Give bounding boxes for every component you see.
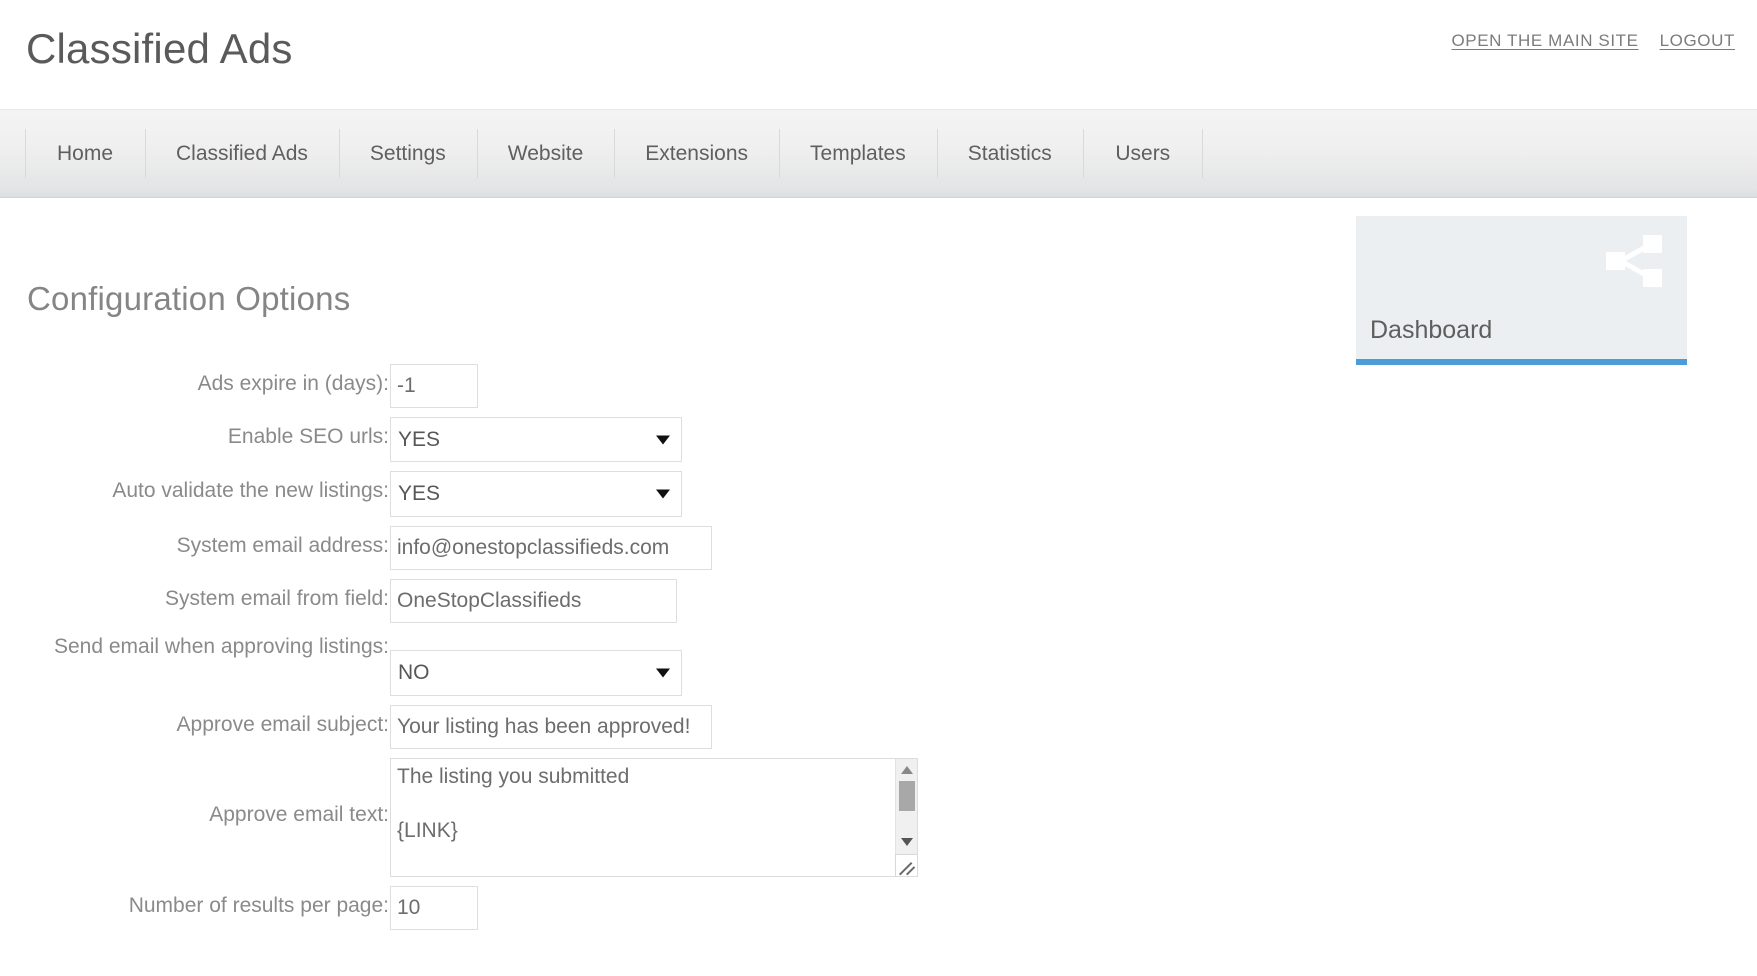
nav-item-home[interactable]: Home [25, 110, 145, 197]
control-results-per-page [390, 886, 478, 930]
nav-item-statistics[interactable]: Statistics [937, 110, 1083, 197]
logout-link[interactable]: LOGOUT [1660, 31, 1735, 51]
nav-item-users[interactable]: Users [1083, 110, 1203, 197]
nav-item-settings[interactable]: Settings [339, 110, 477, 197]
label-ads-expire: Ads expire in (days): [0, 364, 389, 397]
send-email-approving-select[interactable]: NO [390, 650, 682, 696]
form-row-system-email-from: System email from field: [0, 579, 1000, 623]
page-title: Configuration Options [27, 280, 350, 318]
nav-item-website[interactable]: Website [477, 110, 614, 197]
control-system-email-from [390, 579, 677, 623]
open-main-site-link[interactable]: OPEN THE MAIN SITE [1451, 31, 1638, 51]
control-approve-email-subject [390, 705, 712, 749]
seo-urls-select-value: YES [398, 418, 440, 461]
nav-item-templates[interactable]: Templates [779, 110, 937, 197]
control-system-email-address [390, 526, 712, 570]
chevron-down-icon [656, 435, 670, 444]
scrollbar-thumb[interactable] [899, 781, 915, 811]
chevron-down-icon [656, 669, 670, 678]
nav-item-classified-ads[interactable]: Classified Ads [145, 110, 339, 197]
approve-email-subject-input[interactable] [390, 705, 712, 749]
results-per-page-input[interactable] [390, 886, 478, 930]
label-approve-email-text: Approve email text: [0, 758, 389, 828]
label-auto-validate: Auto validate the new listings: [0, 471, 389, 504]
form-row-ads-expire: Ads expire in (days): [0, 364, 1000, 408]
form-row-system-email-address: System email address: [0, 526, 1000, 570]
header-links: OPEN THE MAIN SITE LOGOUT [1451, 31, 1735, 51]
control-seo-urls: YES [390, 417, 682, 462]
ads-expire-input[interactable] [390, 364, 478, 408]
form-row-send-email-approving: Send email when approving listings: NO [0, 632, 1000, 696]
dashboard-card[interactable]: Dashboard [1356, 216, 1687, 365]
form-row-auto-validate: Auto validate the new listings: YES [0, 471, 1000, 517]
nav-item-extensions[interactable]: Extensions [614, 110, 779, 197]
send-email-approving-select-value: NO [398, 651, 430, 695]
textarea-resize-grip-icon[interactable] [895, 854, 917, 876]
site-header: Classified Ads OPEN THE MAIN SITE LOGOUT [0, 0, 1757, 110]
scroll-down-arrow-icon[interactable] [901, 838, 913, 846]
control-send-email-approving: NO [390, 632, 682, 696]
form-row-seo-urls: Enable SEO urls: YES [0, 417, 1000, 462]
seo-urls-select[interactable]: YES [390, 417, 682, 462]
main-navigation: Home Classified Ads Settings Website Ext… [0, 110, 1757, 198]
label-results-per-page: Number of results per page: [0, 886, 389, 919]
dashboard-card-label: Dashboard [1370, 316, 1492, 345]
site-title: Classified Ads [26, 26, 293, 72]
chevron-down-icon [656, 490, 670, 499]
auto-validate-select[interactable]: YES [390, 471, 682, 517]
form-row-results-per-page: Number of results per page: [0, 886, 1000, 930]
control-approve-email-text: The listing you submitted {LINK} [390, 758, 918, 877]
content-area: Configuration Options Ads expire in (day… [0, 198, 1757, 976]
approve-email-text-value: The listing you submitted {LINK} [397, 764, 892, 845]
label-approve-email-subject: Approve email subject: [0, 705, 389, 738]
control-auto-validate: YES [390, 471, 682, 517]
label-system-email-from: System email from field: [0, 579, 389, 612]
system-email-address-input[interactable] [390, 526, 712, 570]
auto-validate-select-value: YES [398, 472, 440, 516]
form-row-approve-email-subject: Approve email subject: [0, 705, 1000, 749]
approve-email-text-textarea[interactable]: The listing you submitted {LINK} [390, 758, 918, 877]
system-email-from-input[interactable] [390, 579, 677, 623]
form-row-approve-email-text: Approve email text: The listing you subm… [0, 758, 1000, 877]
label-system-email-address: System email address: [0, 526, 389, 559]
control-ads-expire [390, 364, 478, 408]
share-icon [1605, 234, 1667, 288]
label-send-email-approving: Send email when approving listings: [0, 632, 389, 660]
configuration-options-form: Ads expire in (days): Enable SEO urls: Y… [0, 364, 1000, 939]
label-seo-urls: Enable SEO urls: [0, 417, 389, 450]
scroll-up-arrow-icon[interactable] [901, 766, 913, 774]
